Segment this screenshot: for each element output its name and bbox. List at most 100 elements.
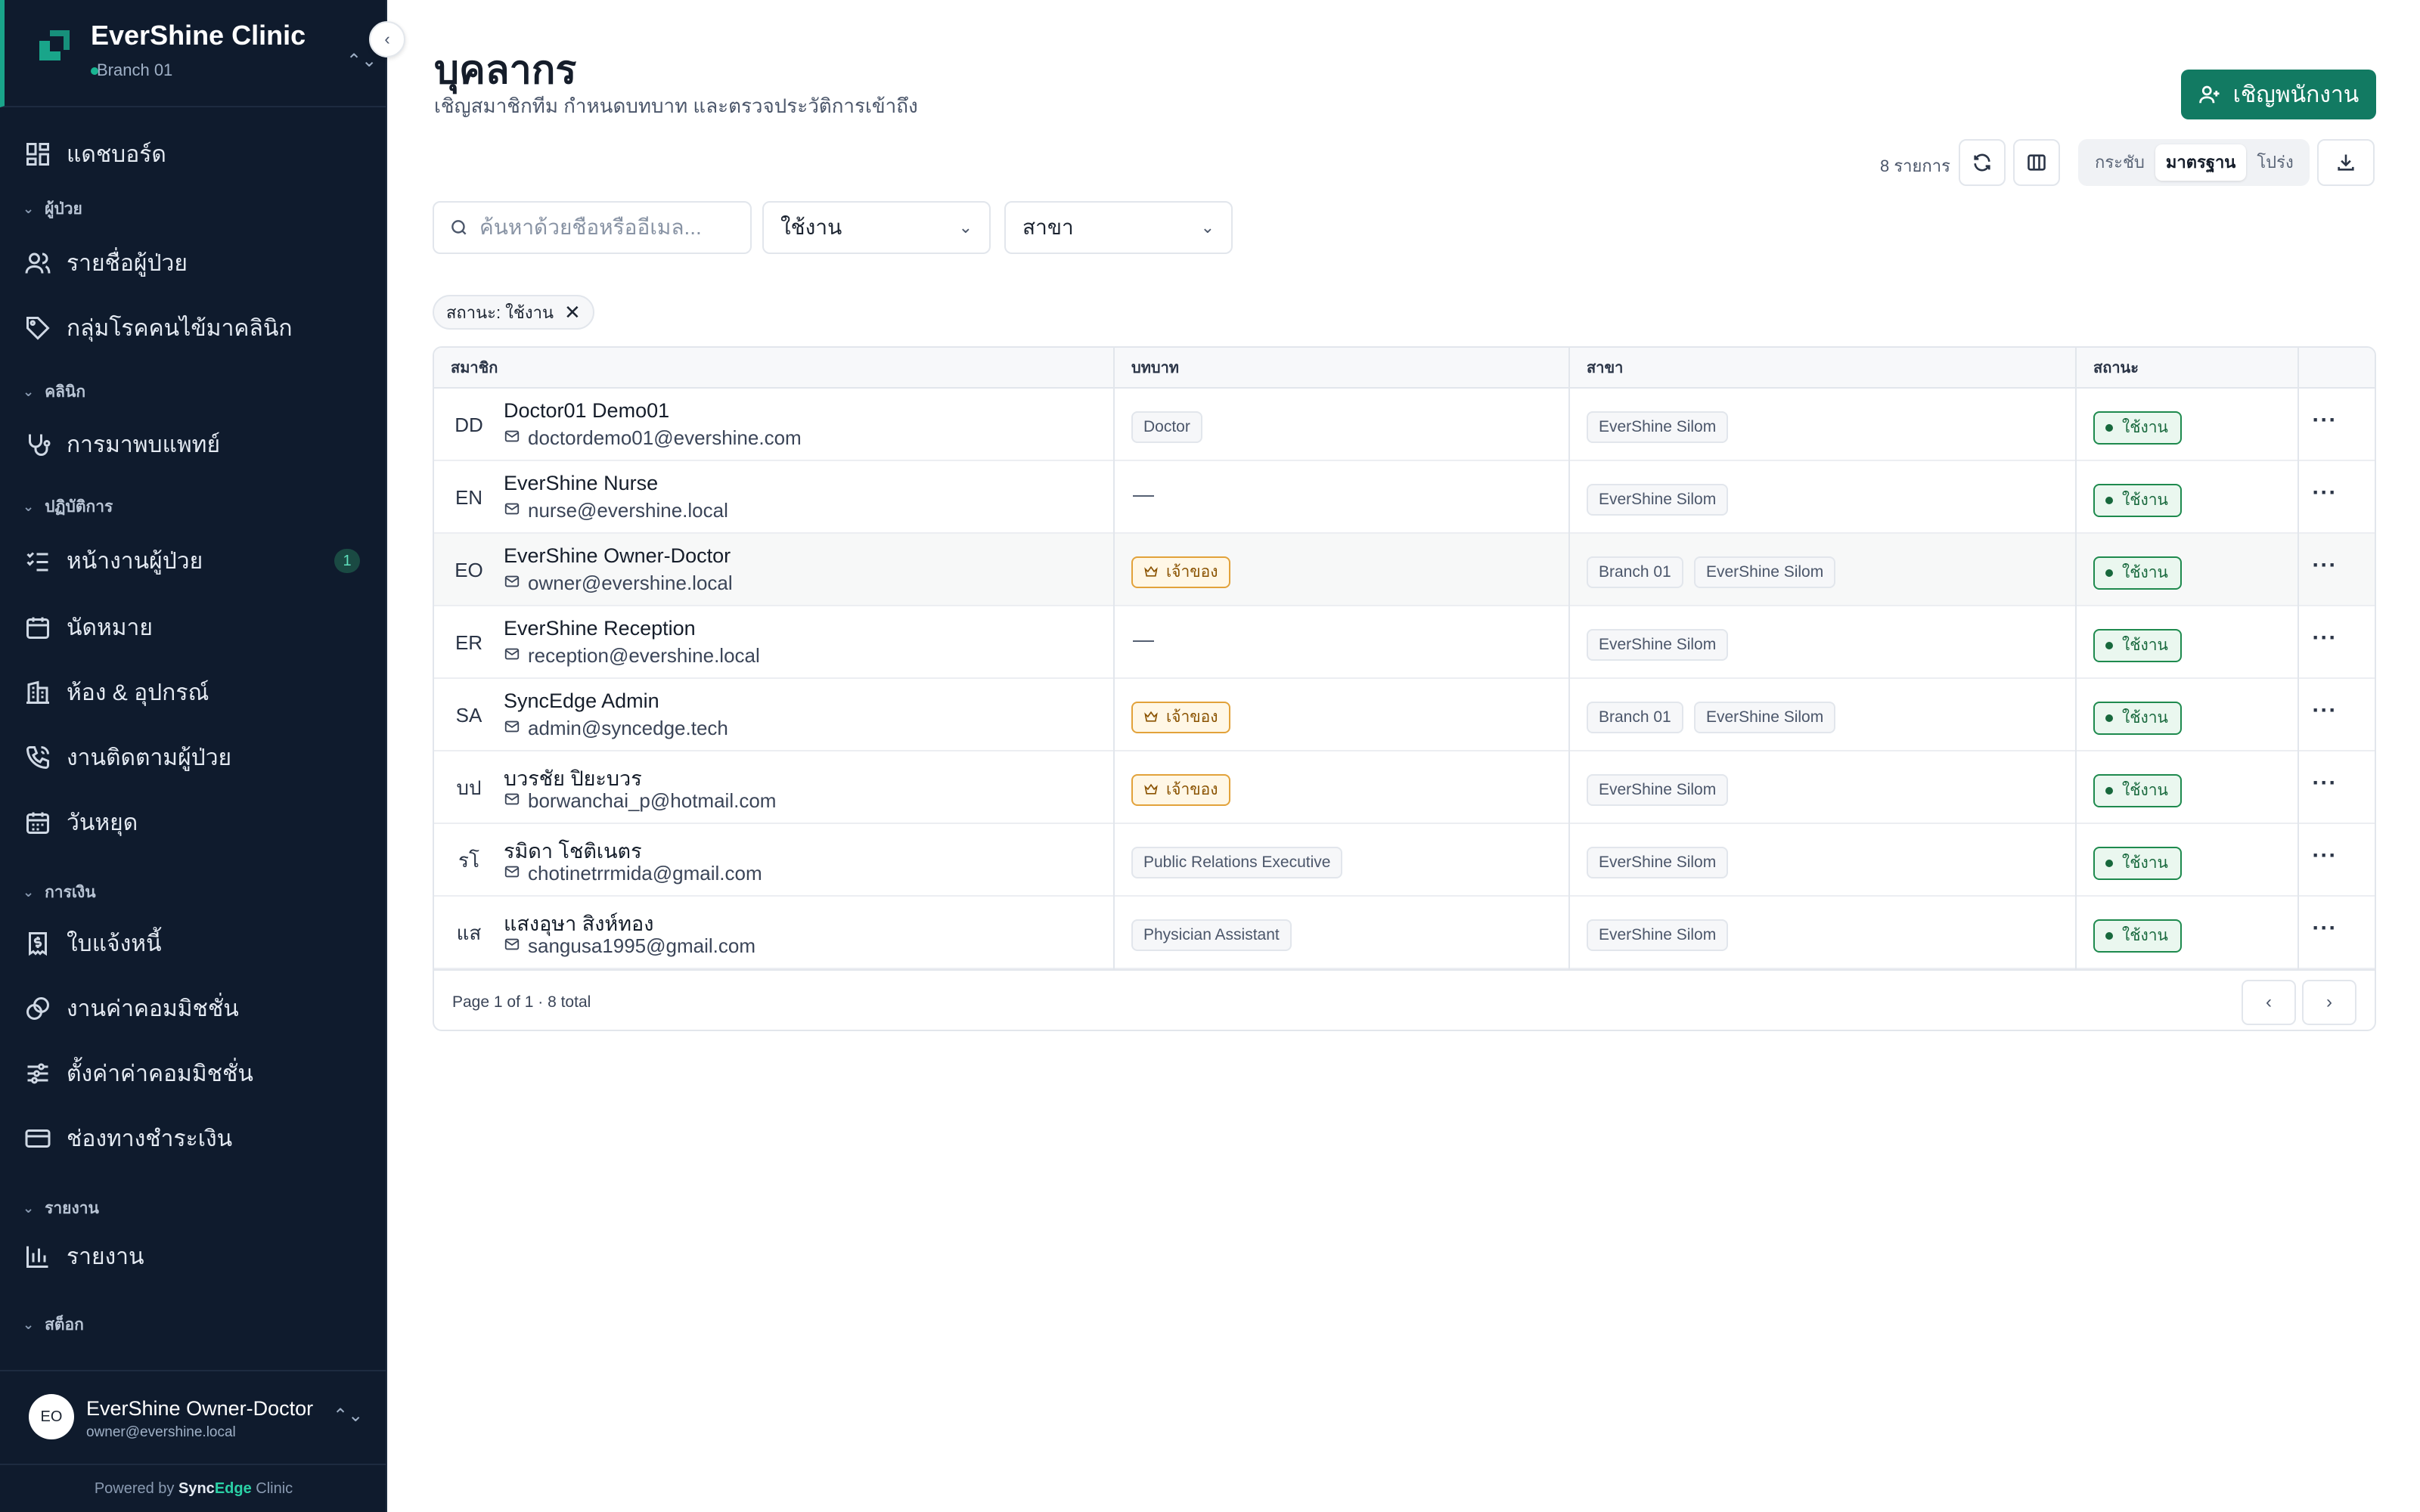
refresh-button[interactable] [1959, 139, 2006, 186]
chevron-down-icon: ⌄ [23, 201, 35, 216]
user-menu[interactable]: EO EverShine Owner-Doctor owner@evershin… [0, 1370, 387, 1464]
branch-badge: EverShine Silom [1587, 484, 1729, 516]
member-name: EverShine Owner-Doctor [504, 544, 731, 567]
more-actions-button[interactable]: ··· [2307, 408, 2343, 442]
sidebar-item-commission-jobs[interactable]: งานค่าคอมมิชชั่น [0, 981, 387, 1036]
sidebar-item-rooms-equipment[interactable]: ห้อง & อุปกรณ์ [0, 665, 387, 720]
more-actions-button[interactable]: ··· [2307, 626, 2343, 659]
member-email: reception@evershine.local [504, 644, 760, 668]
section-operations[interactable]: ⌄ ปฏิบัติการ [23, 494, 113, 519]
status-label: ใช้งาน [2122, 637, 2168, 654]
sidebar-item-commission-settings[interactable]: ตั้งค่าค่าคอมมิชชั่น [0, 1046, 387, 1101]
table-row[interactable]: แส แสงอุษา สิงห์ทอง sangusa1995@gmail.com P… [434, 897, 2375, 969]
section-clinic[interactable]: ⌄ คลินิก [23, 380, 85, 404]
columns-button[interactable] [2013, 139, 2060, 186]
collapse-sidebar-button[interactable]: ‹ [369, 21, 405, 57]
more-actions-button[interactable]: ··· [2307, 771, 2343, 804]
chevron-updown-icon[interactable]: ⌃⌄ [333, 1405, 363, 1427]
section-label: สต็อก [45, 1316, 84, 1334]
member-email: chotinetrrmida@gmail.com [504, 862, 762, 885]
density-comfortable[interactable]: โปร่ง [2246, 144, 2304, 181]
prev-page-button[interactable]: ‹ [2242, 980, 2296, 1025]
more-actions-button[interactable]: ··· [2307, 699, 2343, 732]
more-actions-button[interactable]: ··· [2307, 481, 2343, 514]
chevron-down-icon: ⌄ [23, 499, 35, 514]
sidebar-item-disease-groups[interactable]: กลุ่มโรคคนไข้มาคลินิก [0, 301, 387, 355]
sidebar-item-appointments[interactable]: นัดหมาย [0, 600, 387, 655]
avatar: EN [455, 485, 483, 509]
sidebar-item-dashboard[interactable]: แดชบอร์ด [0, 127, 387, 181]
mail-icon [504, 572, 528, 595]
chevron-down-icon: ⌄ [958, 218, 973, 237]
invite-staff-button[interactable]: เชิญพนักงาน [2181, 70, 2376, 119]
table-row[interactable]: DD Doctor01 Demo01 doctordemo01@evershine.… [434, 389, 2375, 461]
header-role[interactable]: บทบาท [1115, 348, 1179, 389]
status-dot [2105, 569, 2113, 577]
header-branch[interactable]: สาขา [1570, 348, 1623, 389]
branch-switch-icon[interactable]: ⌃⌄ [346, 50, 377, 72]
brand-header[interactable]: EverShine Clinic Branch 01 ⌃⌄ [0, 0, 387, 107]
table-row[interactable]: SA SyncEdge Admin admin@syncedge.tech เจ้าข… [434, 679, 2375, 751]
sidebar-item-reports[interactable]: รายงาน [0, 1229, 387, 1284]
member-email-text: nurse@evershine.local [528, 499, 728, 522]
sidebar-item-holidays[interactable]: วันหยุด [0, 795, 387, 850]
status-filter-select[interactable]: ใช้งาน ⌄ [762, 201, 991, 254]
more-actions-button[interactable]: ··· [2307, 916, 2343, 950]
export-button[interactable] [2317, 139, 2375, 186]
more-actions-button[interactable]: ··· [2307, 844, 2343, 877]
header-member[interactable]: สมาชิก [434, 348, 498, 389]
more-actions-button[interactable]: ··· [2307, 553, 2343, 587]
close-icon[interactable]: ✕ [564, 301, 581, 324]
user-name: EverShine Owner-Doctor [86, 1397, 314, 1420]
status-badge: ใช้งาน [2093, 484, 2182, 517]
brand-title: EverShine Clinic [91, 20, 306, 51]
member-name: SyncEdge Admin [504, 689, 659, 712]
status-label: ใช้งาน [2122, 709, 2168, 727]
sidebar-item-payment-channels[interactable]: ช่องทางชำระเงิน [0, 1111, 387, 1166]
search-input[interactable] [479, 215, 737, 240]
table-header: สมาชิก บทบาท สาขา สถานะ [434, 348, 2375, 389]
header-status[interactable]: สถานะ [2077, 348, 2139, 389]
table-row[interactable]: EO EverShine Owner-Doctor owner@evershine.… [434, 534, 2375, 606]
powered-by: Powered by SyncEdge Clinic [0, 1464, 387, 1512]
download-icon [2338, 154, 2354, 171]
powered-suffix: Clinic [256, 1480, 293, 1497]
member-email-text: admin@syncedge.tech [528, 717, 728, 739]
chevron-down-icon: ⌄ [23, 885, 35, 900]
sidebar-item-doctor-visits[interactable]: การมาพบแพทย์ [0, 417, 387, 472]
staff-table: สมาชิก บทบาท สาขา สถานะ DD Doctor01 Demo0… [433, 346, 2376, 1031]
section-reports[interactable]: ⌄ รายงาน [23, 1196, 99, 1221]
sidebar-item-patient-list[interactable]: รายชื่อผู้ป่วย [0, 236, 387, 290]
mail-icon [504, 862, 528, 885]
status-dot [2105, 497, 2113, 504]
branch-filter-select[interactable]: สาขา ⌄ [1004, 201, 1233, 254]
status-dot [2105, 787, 2113, 795]
sidebar-item-label: งานติดตามผู้ป่วย [67, 745, 232, 770]
density-compact[interactable]: กระชับ [2084, 144, 2155, 181]
table-row[interactable]: ER EverShine Reception reception@evershine… [434, 606, 2375, 679]
sidebar-item-invoices[interactable]: ใบแจ้งหนี้ [0, 916, 387, 971]
status-dot [2105, 932, 2113, 940]
member-email-text: borwanchai_p@hotmail.com [528, 789, 777, 812]
sidebar-item-label: รายชื่อผู้ป่วย [67, 250, 188, 276]
sidebar-item-label: ห้อง & อุปกรณ์ [67, 680, 209, 705]
sidebar-item-label: รายงาน [67, 1244, 144, 1269]
branch-badge: EverShine Silom [1587, 774, 1729, 806]
section-stock[interactable]: ⌄ สต็อก [23, 1312, 84, 1337]
receipt-dollar-icon [23, 928, 53, 959]
next-page-button[interactable]: › [2302, 980, 2356, 1025]
table-row[interactable]: บป บวรชัย ปิยะบวร borwanchai_p@hotmail.com… [434, 751, 2375, 824]
density-standard[interactable]: มาตรฐาน [2155, 144, 2247, 181]
sidebar-item-patient-tasks[interactable]: หน้างานผู้ป่วย 1 [0, 534, 387, 588]
status-label: ใช้งาน [2122, 782, 2168, 799]
mail-icon [504, 717, 528, 740]
member-name: EverShine Reception [504, 617, 696, 640]
table-row[interactable]: รโ รมิดา โชติเนตร chotinetrrmida@gmail.com… [434, 824, 2375, 897]
section-finance[interactable]: ⌄ การเงิน [23, 880, 96, 905]
section-patients[interactable]: ⌄ ผู้ป่วย [23, 197, 82, 222]
member-email: admin@syncedge.tech [504, 717, 728, 740]
mail-icon [504, 934, 528, 958]
sidebar-item-followups[interactable]: งานติดตามผู้ป่วย [0, 730, 387, 785]
table-row[interactable]: EN EverShine Nurse nurse@evershine.local — E… [434, 461, 2375, 534]
sidebar-item-label: นัดหมาย [67, 615, 153, 640]
